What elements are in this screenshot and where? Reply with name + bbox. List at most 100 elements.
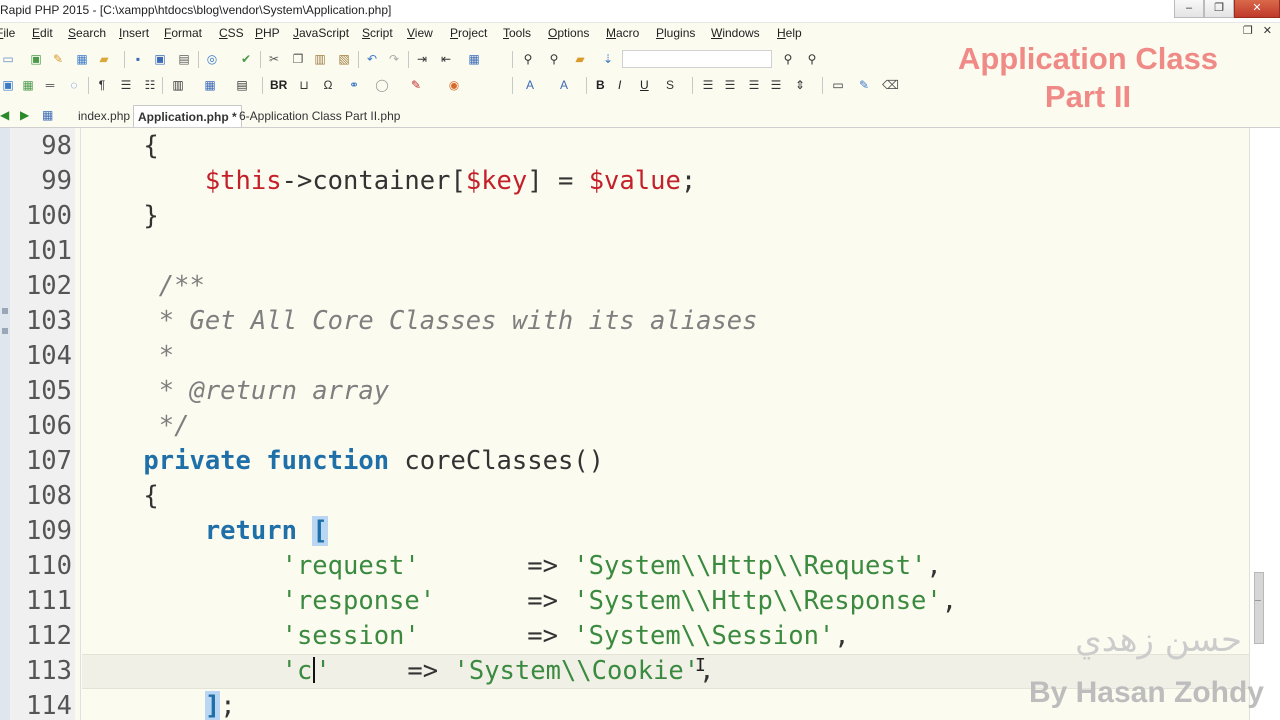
vertical-scrollbar[interactable] — [1249, 128, 1280, 720]
menu-script[interactable]: Script — [362, 22, 393, 44]
replace-icon[interactable]: ⚲ — [546, 51, 562, 67]
new-file-icon[interactable]: ▭ — [0, 51, 16, 67]
anchor-icon[interactable]: ◯ — [374, 77, 390, 93]
paste-icon[interactable]: ▥ — [312, 51, 328, 67]
menu-insert[interactable]: Insert — [119, 22, 149, 44]
edit-icon[interactable]: ✎ — [50, 51, 66, 67]
omega-icon[interactable]: Ω — [320, 77, 336, 93]
paste-special-icon[interactable]: ▧ — [336, 51, 352, 67]
menu-help[interactable]: Help — [777, 22, 802, 44]
tab-application-class-part-ii[interactable]: 6-Application Class Part II.php — [235, 105, 404, 127]
minimize-button[interactable]: – — [1174, 0, 1204, 18]
code-line[interactable]: 104 * — [0, 339, 1250, 374]
eraser-icon[interactable]: ⌫ — [882, 77, 899, 93]
align-right-icon[interactable]: ☰ — [746, 77, 762, 93]
color-picker-icon[interactable]: ◉ — [446, 77, 462, 93]
align-left-icon[interactable]: ☰ — [700, 77, 716, 93]
menu-file[interactable]: File — [0, 22, 15, 44]
layout-icon[interactable]: ▦ — [466, 51, 482, 67]
ordered-list-icon[interactable]: ☷ — [142, 77, 158, 93]
table-insert-icon[interactable]: ▦ — [202, 77, 218, 93]
code-line[interactable]: 110 'request' => 'System\\Http\\Request'… — [0, 549, 1250, 584]
menu-options[interactable]: Options — [548, 22, 589, 44]
code-line[interactable]: 109 return [ — [0, 514, 1250, 549]
box-icon[interactable]: ▭ — [830, 77, 846, 93]
open-folder-icon[interactable]: ▰ — [96, 51, 112, 67]
code-line[interactable]: 99 $this->container[$key] = $value; — [0, 164, 1250, 199]
style-icon[interactable]: ✎ — [856, 77, 872, 93]
close-button[interactable]: ✕ — [1234, 0, 1280, 18]
non-breaking-space-icon[interactable]: ⊔ — [296, 77, 312, 93]
code-line[interactable]: 112 'session' => 'System\\Session', — [0, 619, 1250, 654]
tab-forward-icon[interactable]: ▶ — [20, 108, 29, 122]
table-icon[interactable]: ▦ — [20, 77, 36, 93]
tab-back-icon[interactable]: ◀ — [0, 108, 9, 122]
find-in-files-icon[interactable]: ▰ — [572, 51, 588, 67]
find-prev-icon[interactable]: ⚲ — [804, 51, 820, 67]
font-size-icon[interactable]: A — [556, 77, 572, 93]
menu-css[interactable]: CSS — [219, 22, 244, 44]
scrollbar-thumb[interactable] — [1254, 572, 1264, 644]
open-file-icon[interactable]: ▦ — [74, 51, 90, 67]
code-line[interactable]: 101 — [0, 234, 1250, 269]
code-line[interactable]: 100 } — [0, 199, 1250, 234]
find-next-icon[interactable]: ⚲ — [780, 51, 796, 67]
unordered-list-icon[interactable]: ☰ — [118, 77, 134, 93]
menu-tools[interactable]: Tools — [503, 22, 531, 44]
print-icon[interactable]: ▤ — [176, 51, 192, 67]
align-center-icon[interactable]: ☰ — [722, 77, 738, 93]
bold-button[interactable]: B — [596, 77, 605, 93]
menu-plugins[interactable]: Plugins — [656, 22, 695, 44]
goto-icon[interactable]: ⇣ — [600, 51, 616, 67]
mdi-close-button[interactable]: ✕ — [1263, 24, 1272, 37]
underline-button[interactable]: U — [640, 77, 649, 93]
paragraph-icon[interactable]: ¶ — [94, 77, 110, 93]
code-line[interactable]: 107 private function coreClasses() — [0, 444, 1250, 479]
code-line[interactable]: 111 'response' => 'System\\Http\\Respons… — [0, 584, 1250, 619]
menu-edit[interactable]: Edit — [32, 22, 53, 44]
strikethrough-icon[interactable]: S — [662, 77, 678, 93]
menu-view[interactable]: View — [407, 22, 433, 44]
font-icon[interactable]: A — [522, 77, 538, 93]
tab-application-php[interactable]: Application.php * — [133, 105, 242, 127]
mdi-restore-button[interactable]: ❐ — [1243, 24, 1253, 37]
code-line[interactable]: 108 { — [0, 479, 1250, 514]
redo-icon[interactable]: ↷ — [386, 51, 402, 67]
tab-index-php[interactable]: index.php — [74, 105, 134, 127]
image-icon[interactable]: ▣ — [0, 77, 16, 93]
line-spacing-icon[interactable]: ⇕ — [792, 77, 808, 93]
marker-icon[interactable]: ✎ — [408, 77, 424, 93]
tab-list-icon[interactable]: ▦ — [42, 108, 53, 122]
code-line[interactable]: 105 * @return array — [0, 374, 1250, 409]
hr-icon[interactable]: ═ — [42, 77, 58, 93]
italic-button[interactable]: I — [618, 77, 621, 93]
copy-icon[interactable]: ❐ — [290, 51, 306, 67]
save-icon[interactable]: ▪ — [130, 51, 146, 67]
code-line[interactable]: 106 */ — [0, 409, 1250, 444]
menu-format[interactable]: Format — [164, 22, 202, 44]
code-line[interactable]: 102 /** — [0, 269, 1250, 304]
menu-javascript[interactable]: JavaScript — [293, 22, 349, 44]
save-all-icon[interactable]: ▣ — [152, 51, 168, 67]
menu-search[interactable]: Search — [68, 22, 106, 44]
maximize-button[interactable]: ❐ — [1204, 0, 1234, 18]
menu-windows[interactable]: Windows — [711, 22, 760, 44]
outdent-icon[interactable]: ⇤ — [438, 51, 454, 67]
br-button[interactable]: BR — [270, 77, 287, 93]
preview-icon[interactable]: ◎ — [204, 51, 220, 67]
code-line[interactable]: 98 { — [0, 129, 1250, 164]
find-icon[interactable]: ⚲ — [520, 51, 536, 67]
menu-php[interactable]: PHP — [255, 22, 280, 44]
code-line[interactable]: 103 * Get All Core Classes with its alia… — [0, 304, 1250, 339]
heading-icon[interactable]: ▥ — [170, 77, 186, 93]
spellcheck-icon[interactable]: ✔ — [238, 51, 254, 67]
undo-icon[interactable]: ↶ — [364, 51, 380, 67]
form-icon[interactable]: ▤ — [234, 77, 250, 93]
align-justify-icon[interactable]: ☰ — [768, 77, 784, 93]
indent-icon[interactable]: ⇥ — [414, 51, 430, 67]
search-combo[interactable] — [622, 50, 772, 68]
menu-project[interactable]: Project — [450, 22, 487, 44]
menu-macro[interactable]: Macro — [606, 22, 639, 44]
cut-icon[interactable]: ✂ — [266, 51, 282, 67]
comment-icon[interactable]: ◌ — [66, 77, 82, 93]
